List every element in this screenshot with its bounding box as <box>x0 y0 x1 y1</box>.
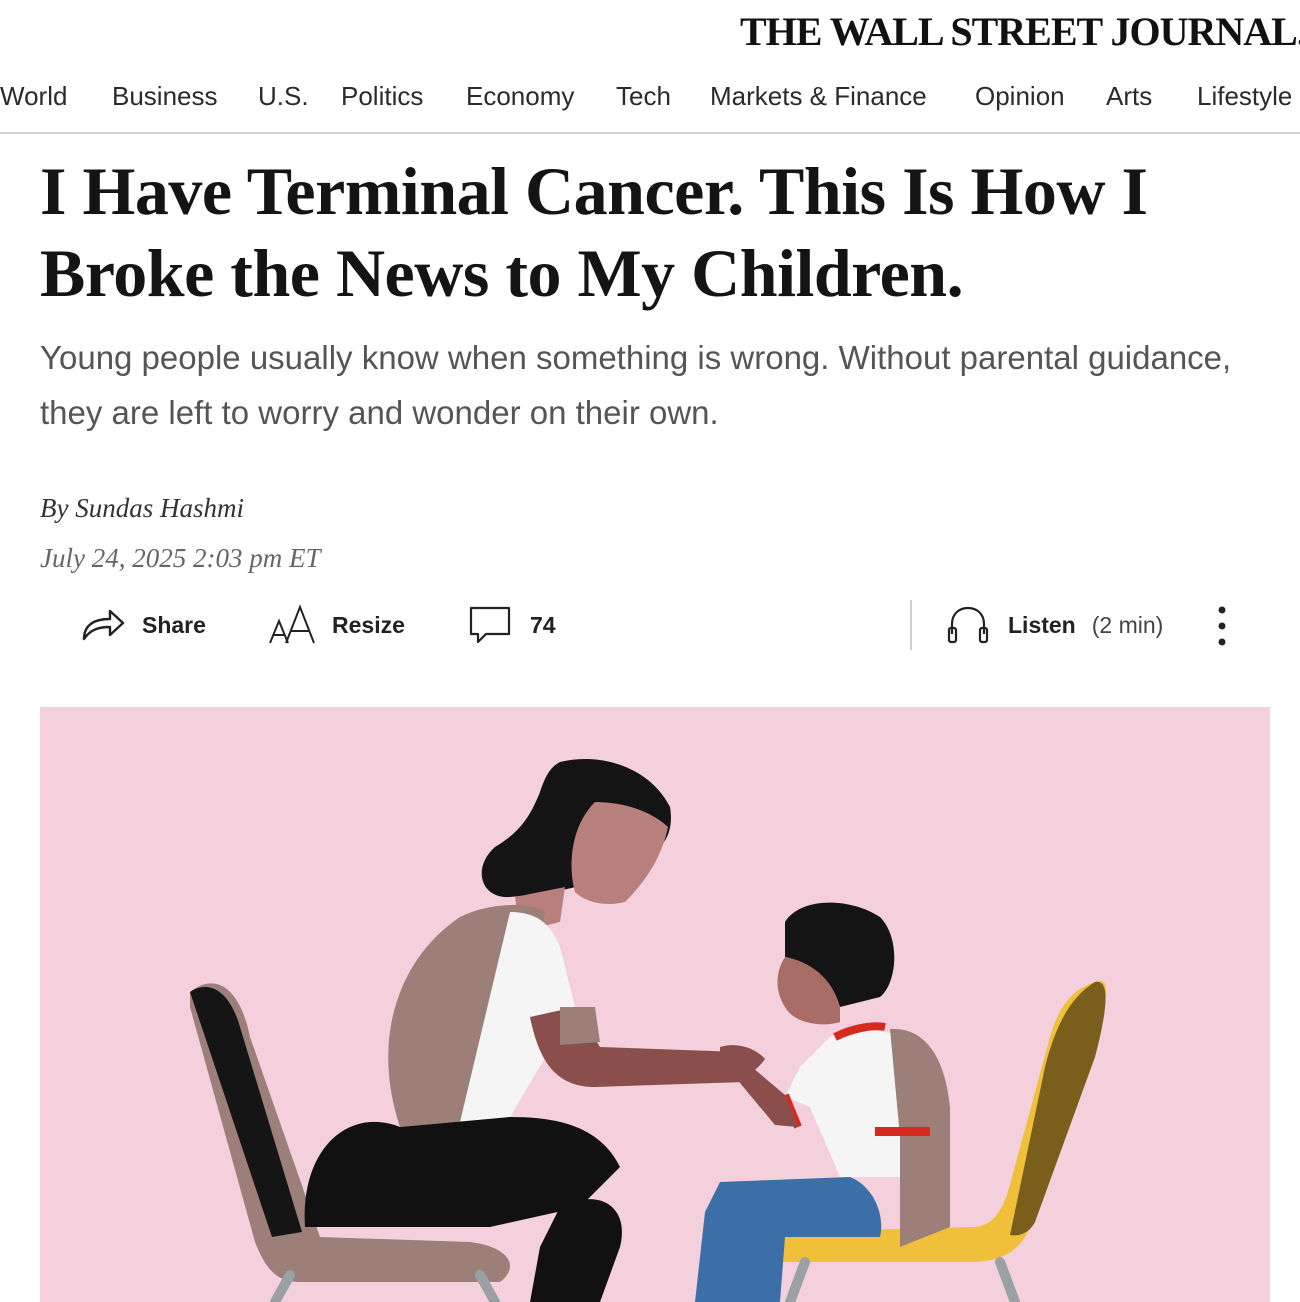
nav-item-business[interactable]: Business <box>112 80 218 112</box>
nav-item-world[interactable]: World <box>0 80 67 112</box>
nav-item-economy[interactable]: Economy <box>466 80 574 112</box>
listen-button[interactable]: Listen (2 min) <box>946 600 1163 650</box>
headphones-icon <box>946 604 990 646</box>
comments-button[interactable]: 74 <box>468 600 556 650</box>
nav-item-us[interactable]: U.S. <box>258 80 309 112</box>
resize-button[interactable]: Resize <box>268 600 405 650</box>
nav-item-arts[interactable]: Arts <box>1106 80 1152 112</box>
byline: By Sundas Hashmi <box>40 490 244 526</box>
listen-label: Listen <box>1008 611 1076 638</box>
nav-item-opinion[interactable]: Opinion <box>975 80 1065 112</box>
more-options-button[interactable] <box>1208 604 1236 648</box>
nav-item-lifestyle[interactable]: Lifestyle <box>1197 80 1292 112</box>
wsj-logo[interactable]: THE WALL STREET JOURNAL. <box>740 6 1300 58</box>
comments-count: 74 <box>530 611 556 638</box>
nav-item-tech[interactable]: Tech <box>616 80 671 112</box>
byline-prefix: By <box>40 493 69 523</box>
listen-duration: (2 min) <box>1091 611 1164 638</box>
author-name[interactable]: Sundas Hashmi <box>75 493 244 523</box>
resize-label: Resize <box>332 611 405 638</box>
hero-illustration <box>40 707 1270 1302</box>
share-label: Share <box>142 611 206 638</box>
article-headline: I Have Terminal Cancer. This Is How I Br… <box>40 153 1148 311</box>
article-dek: Young people usually know when something… <box>40 339 1232 431</box>
vertical-ellipsis-icon <box>1208 606 1236 652</box>
nav-item-politics[interactable]: Politics <box>341 80 423 112</box>
nav-item-markets-finance[interactable]: Markets & Finance <box>710 80 927 112</box>
comment-bubble-icon <box>468 604 512 646</box>
share-arrow-icon <box>80 605 126 645</box>
publish-date: July 24, 2025 2:03 pm ET <box>40 543 321 573</box>
section-nav: World Business U.S. Politics Economy Tec… <box>0 74 1300 134</box>
text-resize-icon <box>268 603 316 647</box>
share-button[interactable]: Share <box>80 600 206 650</box>
toolbar-divider <box>910 600 912 650</box>
